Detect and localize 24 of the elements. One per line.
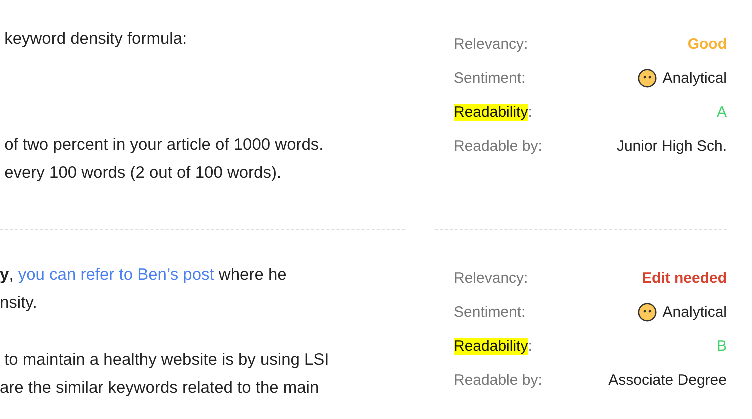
stat-value: A: [716, 104, 727, 120]
stat-label: Relevancy:: [454, 36, 528, 52]
paragraph-line: keyword density formula:: [4, 29, 188, 50]
stat-value: Analytical: [662, 304, 727, 320]
paragraph-line: are the similar keywords related to the main: [0, 378, 320, 399]
stat-label: Readable by:: [454, 372, 542, 388]
stat-label: Relevancy:: [454, 270, 528, 286]
stat-value: Edit needed: [642, 270, 727, 286]
stat-label: Readable by:: [454, 138, 542, 154]
stat-value: B: [716, 338, 727, 354]
paragraph-line: nsity.: [0, 293, 38, 314]
neutral-face-icon: [638, 68, 657, 88]
stat-value: Associate Degree: [608, 372, 727, 388]
paragraph-line: to maintain a healthy website is by using LSI: [4, 350, 330, 371]
paragraph-line: of two percent in your article of 1000 words.: [4, 135, 325, 156]
stat-value: Good: [688, 36, 727, 52]
stat-label: Sentiment:: [454, 304, 526, 320]
stat-label: Sentiment:: [454, 70, 526, 86]
neutral-face-icon: [638, 302, 657, 322]
post-link[interactable]: you can refer to Ben’s post: [18, 266, 214, 284]
paragraph-line: y, you can refer to Ben’s post where he: [0, 265, 288, 286]
stat-value: Analytical: [662, 70, 727, 86]
stat-value: Junior High Sch.: [616, 138, 727, 154]
paragraph-line: every 100 words (2 out of 100 words).: [4, 163, 283, 184]
